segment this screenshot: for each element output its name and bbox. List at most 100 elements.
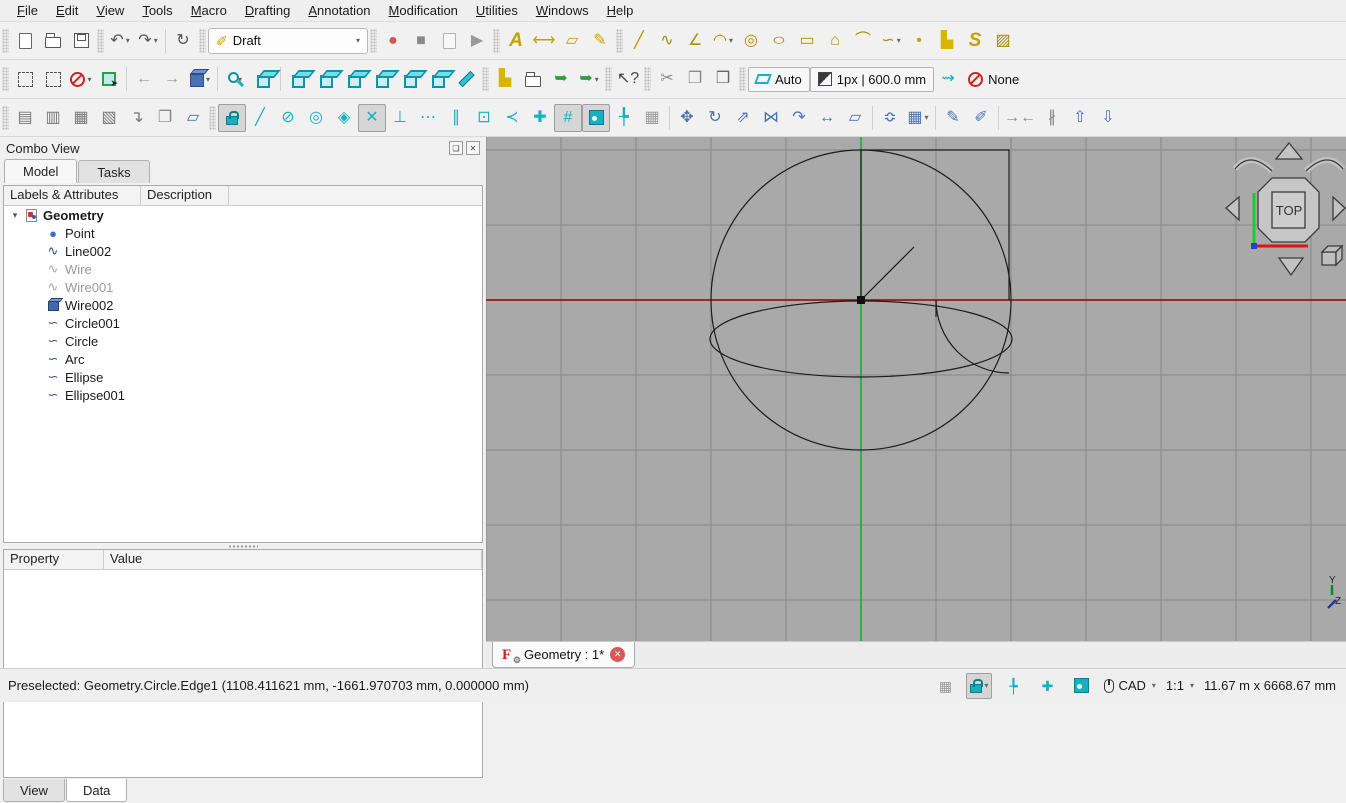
select-group-button[interactable]: ▧ <box>95 104 123 132</box>
snap-extension-button[interactable]: ⋯ <box>414 104 442 132</box>
scale-button[interactable]: ⇗ <box>729 104 757 132</box>
folder-button[interactable] <box>519 65 547 93</box>
draft-line-button[interactable]: ╱ <box>625 27 653 55</box>
menu-utilities[interactable]: Utilities <box>467 1 527 20</box>
paste-button[interactable]: ❒ <box>709 65 737 93</box>
draft-arc-button[interactable]: ◠▾ <box>709 27 737 55</box>
snap-parallel-button[interactable]: ∥ <box>442 104 470 132</box>
nav-forward-button[interactable]: → <box>158 65 186 93</box>
tree-item-circle001[interactable]: ∽Circle001 <box>4 314 482 332</box>
status-working-plane-icon[interactable] <box>1068 673 1094 699</box>
status-snap-lock-toggle[interactable]: ▾ <box>966 673 992 699</box>
property-column-header[interactable]: Property <box>4 550 104 569</box>
whats-this-button[interactable]: ↖? <box>614 65 642 93</box>
close-document-icon[interactable]: ✕ <box>610 647 625 662</box>
layer-button[interactable]: ▤ <box>11 104 39 132</box>
offset-button[interactable]: ↷ <box>785 104 813 132</box>
macro-play-button[interactable]: ▶ <box>463 27 491 55</box>
snap-endpoint-button[interactable]: ╱ <box>246 104 274 132</box>
menu-drafting[interactable]: Drafting <box>236 1 300 20</box>
menu-help[interactable]: Help <box>598 1 643 20</box>
point-vertex[interactable] <box>857 296 865 304</box>
menu-macro[interactable]: Macro <box>182 1 236 20</box>
workbench-selector[interactable]: ✐Draft▾ <box>208 28 368 54</box>
toggle-display-mode-button[interactable]: ❐ <box>151 104 179 132</box>
trimex-button[interactable]: ↔ <box>813 104 841 132</box>
tree-item-ellipse001[interactable]: ∽Ellipse001 <box>4 386 482 404</box>
draft-hatch-button[interactable]: ▨ <box>989 27 1017 55</box>
navigation-style-selector[interactable]: CAD ▾ <box>1104 678 1155 693</box>
move-button[interactable]: ✥ <box>673 104 701 132</box>
undo-button[interactable]: ↶▾ <box>106 27 134 55</box>
snap-lock-button[interactable] <box>218 104 246 132</box>
tree-item-point[interactable]: ●Point <box>4 224 482 242</box>
draft-wire-button[interactable]: ∿ <box>653 27 681 55</box>
draft-ellipse-button[interactable]: ○ <box>765 27 793 55</box>
tree-header-description[interactable]: Description <box>141 186 229 205</box>
status-ortho-snap-icon[interactable]: ✚ <box>1034 673 1060 699</box>
draft-circle-button[interactable]: ◎ <box>737 27 765 55</box>
draft-label-button[interactable]: ▱ <box>558 27 586 55</box>
tab-data[interactable]: Data <box>66 779 127 802</box>
tree-item-line002[interactable]: ∿Line002 <box>4 242 482 260</box>
layer-manager-button[interactable]: ▥ <box>39 104 67 132</box>
draft-bspline-button[interactable]: ⌒ <box>849 27 877 55</box>
select-element-button[interactable] <box>95 65 123 93</box>
viewport-canvas[interactable]: TOP Y Z <box>486 137 1346 641</box>
draft-point-button[interactable]: • <box>905 27 933 55</box>
menu-file[interactable]: File <box>8 1 47 20</box>
snap-intersection-button[interactable]: ✕ <box>358 104 386 132</box>
redo-button[interactable]: ↷▾ <box>134 27 162 55</box>
nav-back-button[interactable]: ← <box>130 65 158 93</box>
menu-modification[interactable]: Modification <box>380 1 467 20</box>
tree-item-ellipse[interactable]: ∽Ellipse <box>4 368 482 386</box>
draft-text-button[interactable]: A <box>502 27 530 55</box>
menu-view[interactable]: View <box>87 1 133 20</box>
rotate-button[interactable]: ↻ <box>701 104 729 132</box>
fit-all-button[interactable] <box>11 65 39 93</box>
draft-bezier-button[interactable]: ∽▾ <box>877 27 905 55</box>
expand-arrow-icon[interactable]: ▾ <box>8 210 22 221</box>
clone-button[interactable]: ≎ <box>876 104 904 132</box>
make-link-button[interactable]: ➥ <box>547 65 575 93</box>
join-button[interactable]: →← <box>1002 104 1038 132</box>
status-dimension-snap-icon[interactable]: ╄ <box>1000 673 1026 699</box>
menu-windows[interactable]: Windows <box>527 1 598 20</box>
grid-toggle-button[interactable]: ▦ <box>638 104 666 132</box>
tree-item-geometry[interactable]: ▾Geometry <box>4 206 482 224</box>
snap-working-plane-button[interactable] <box>582 104 610 132</box>
viewport-3d[interactable]: TOP Y Z <box>486 137 1346 641</box>
working-plane-proxy-button[interactable]: ▱ <box>179 104 207 132</box>
fit-selection-button[interactable] <box>39 65 67 93</box>
front-view-button[interactable] <box>284 65 312 93</box>
nav-cube-label[interactable]: TOP <box>1276 203 1303 218</box>
snap-ortho-button[interactable]: ✚ <box>526 104 554 132</box>
tab-tasks[interactable]: Tasks <box>78 160 149 183</box>
tab-model[interactable]: Model <box>4 159 77 183</box>
value-column-header[interactable]: Value <box>104 550 482 569</box>
draw-style-button[interactable]: ▾ <box>67 65 95 93</box>
scale-selector[interactable]: 1:1 ▾ <box>1166 678 1194 693</box>
upgrade-button[interactable]: ⇧ <box>1066 104 1094 132</box>
snap-angle-button[interactable]: ◈ <box>330 104 358 132</box>
tree-item-wire001[interactable]: ∿Wire001 <box>4 278 482 296</box>
axonometric-view-button[interactable] <box>249 65 277 93</box>
macro-edit-button[interactable] <box>435 27 463 55</box>
save-button[interactable] <box>67 27 95 55</box>
menu-edit[interactable]: Edit <box>47 1 87 20</box>
menu-tools[interactable]: Tools <box>133 1 181 20</box>
status-grid-icon[interactable]: ▦ <box>932 673 958 699</box>
snap-midpoint-button[interactable]: ⊘ <box>274 104 302 132</box>
float-panel-icon[interactable]: ❏ <box>449 141 463 155</box>
tree-item-circle[interactable]: ∽Circle <box>4 332 482 350</box>
draft-fillet-button[interactable]: ∠ <box>681 27 709 55</box>
tree-header-labels[interactable]: Labels & Attributes <box>4 186 141 205</box>
tree-item-wire002[interactable]: Wire002 <box>4 296 482 314</box>
move-to-group-button[interactable]: ↴ <box>123 104 151 132</box>
array-button[interactable]: ▦▾ <box>904 104 932 132</box>
snap-dimensions-button[interactable]: ╄ <box>610 104 638 132</box>
mirror-button[interactable]: ⋈ <box>757 104 785 132</box>
draft-rectangle-button[interactable]: ▭ <box>793 27 821 55</box>
copy-button[interactable]: ❐ <box>681 65 709 93</box>
linked-object-button[interactable]: ▾ <box>186 65 214 93</box>
